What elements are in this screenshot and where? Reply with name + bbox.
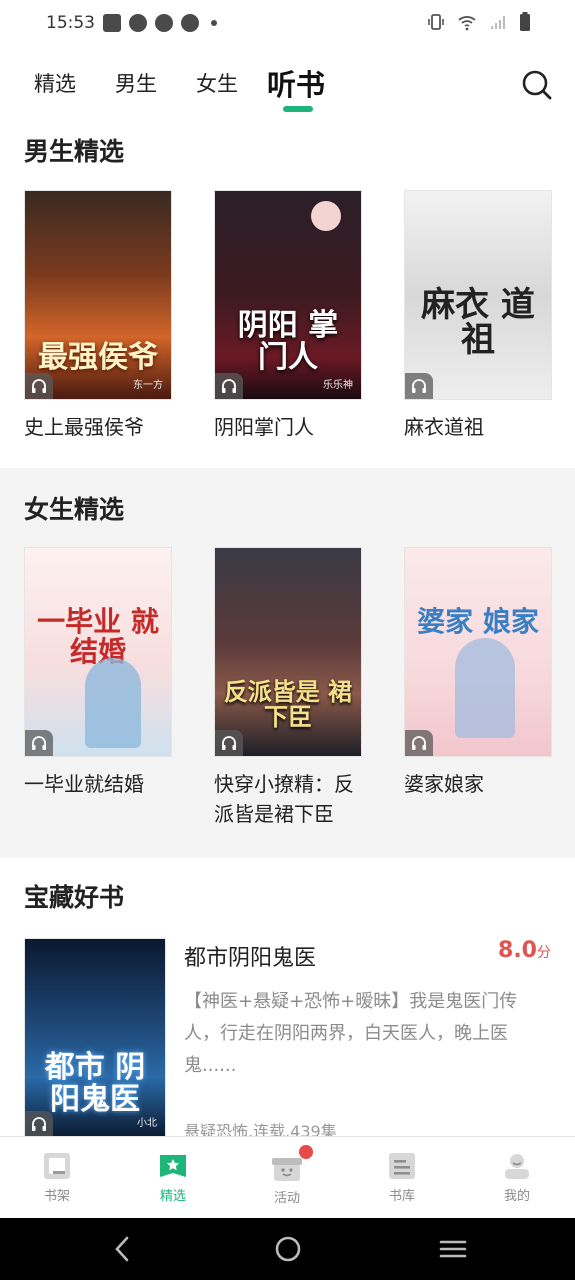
cover-title: 一毕业 就结婚 (37, 605, 159, 668)
featured-book-meta: 悬疑恐怖.连载.439集 (184, 1122, 337, 1136)
headphones-icon (215, 373, 243, 399)
status-system-icons (427, 12, 531, 32)
book-cover[interactable]: 阴阳 掌门人 乐乐神 (214, 190, 362, 400)
featured-icon (160, 1155, 186, 1177)
nav-label: 书架 (43, 1189, 70, 1204)
tab-featured[interactable]: 精选 (34, 68, 76, 98)
status-bar: 15:53 (0, 0, 575, 48)
nav-bookshelf[interactable]: 书架 (17, 1151, 97, 1204)
headphones-icon (405, 730, 433, 756)
rating-score: 8.0分 (498, 938, 551, 963)
tab-audiobooks[interactable]: 听书 (267, 62, 325, 104)
book-title[interactable]: 一毕业就结婚 (24, 769, 172, 799)
section-title: 男生精选 (24, 137, 125, 166)
section-male-picks: 男生精选 最强侯爷 东一方 史上最强侯爷 阴阳 掌门人 乐乐神 阴阳掌门人 麻衣… (0, 118, 575, 468)
book-card[interactable]: 最强侯爷 东一方 史上最强侯爷 (24, 190, 172, 442)
nav-activities[interactable]: 活动 (247, 1145, 327, 1206)
cover-author: 乐乐神 (323, 380, 353, 391)
status-notifications (103, 14, 217, 32)
score-value: 8.0 (498, 938, 537, 963)
signal-icon (491, 16, 505, 29)
cover-author: 小北 (137, 1118, 157, 1129)
nav-label: 活动 (273, 1191, 300, 1206)
nav-profile[interactable]: 我的 (477, 1151, 557, 1204)
cover-illustration (455, 638, 515, 738)
cover-title: 反派皆是 裙下臣 (223, 677, 353, 731)
book-cover[interactable]: 最强侯爷 东一方 (24, 190, 172, 400)
book-title[interactable]: 史上最强侯爷 (24, 412, 172, 442)
tab-indicator (283, 106, 313, 112)
book-title[interactable]: 阴阳掌门人 (214, 412, 362, 442)
headphones-icon (25, 730, 53, 756)
section-female-picks: 女生精选 一毕业 就结婚 一毕业就结婚 反派皆是 裙下臣 快穿小撩精：反派皆是裙… (0, 468, 575, 858)
nav-library[interactable]: 书库 (362, 1151, 442, 1204)
cover-title: 最强侯爷 (38, 339, 158, 375)
book-title[interactable]: 快穿小撩精：反派皆是裙下臣 (214, 769, 362, 829)
featured-book-description: 【神医+悬疑+恐怖+暧昧】我是鬼医门传人，行走在阴阳两界，白天医人，晚上医鬼..… (184, 991, 518, 1076)
notification-dot (299, 1145, 313, 1159)
cover-title: 婆家 娘家 (417, 604, 539, 638)
battery-icon (520, 12, 530, 31)
headphones-icon (25, 373, 53, 399)
nav-label: 我的 (503, 1189, 530, 1204)
bookshelf-icon (44, 1153, 70, 1179)
home-icon[interactable] (273, 1234, 303, 1264)
status-time: 15:53 (46, 13, 95, 33)
cover-title: 都市 阴阳鬼医 (44, 1050, 146, 1117)
recents-icon[interactable] (438, 1234, 468, 1264)
moon-decoration (311, 201, 341, 231)
cover-title: 麻衣 道祖 (421, 284, 535, 361)
book-card[interactable]: 一毕业 就结婚 一毕业就结婚 (24, 547, 172, 799)
system-navigation-bar (0, 1218, 575, 1280)
profile-icon (505, 1154, 529, 1179)
nav-featured[interactable]: 精选 (133, 1151, 213, 1204)
book-card[interactable]: 婆家 娘家 婆家娘家 (404, 547, 552, 799)
book-card[interactable]: 阴阳 掌门人 乐乐神 阴阳掌门人 (214, 190, 362, 442)
headphones-icon (215, 730, 243, 756)
book-cover[interactable]: 反派皆是 裙下臣 (214, 547, 362, 757)
nav-label: 书库 (388, 1189, 415, 1204)
cover-title: 阴阳 掌门人 (237, 308, 339, 375)
featured-book-item[interactable]: 都市 阴阳鬼医 小北 都市阴阳鬼医 8.0分 【神医+悬疑+恐怖+暧昧】我是鬼医… (24, 938, 551, 1136)
cover-illustration (85, 658, 141, 748)
headphones-icon (405, 373, 433, 399)
back-icon[interactable] (110, 1234, 134, 1264)
book-cover[interactable]: 一毕业 就结婚 (24, 547, 172, 757)
library-icon (389, 1153, 415, 1179)
nav-label: 精选 (159, 1189, 186, 1204)
wifi-icon (458, 16, 476, 31)
notification-icon (181, 14, 199, 32)
tab-female[interactable]: 女生 (196, 68, 238, 98)
book-card[interactable]: 麻衣 道祖 麻衣道祖 (404, 190, 552, 442)
section-title: 女生精选 (24, 495, 125, 524)
notification-icon (103, 14, 121, 32)
score-unit: 分 (537, 945, 551, 961)
featured-book-title[interactable]: 都市阴阳鬼医 (184, 940, 316, 972)
top-tab-bar: 精选 男生 女生 听书 (0, 56, 575, 116)
vibrate-icon (428, 14, 444, 30)
book-cover[interactable]: 麻衣 道祖 (404, 190, 552, 400)
bottom-navigation: 书架 精选 活动 书库 我的 (0, 1136, 575, 1218)
book-card[interactable]: 反派皆是 裙下臣 快穿小撩精：反派皆是裙下臣 (214, 547, 362, 829)
section-treasure-books: 宝藏好书 都市 阴阳鬼医 小北 都市阴阳鬼医 8.0分 【神医+悬疑+恐怖+暧昧… (0, 858, 575, 1136)
more-notifications-icon (211, 20, 217, 26)
cover-author: 东一方 (133, 380, 163, 391)
notification-icon (155, 14, 173, 32)
book-title[interactable]: 麻衣道祖 (404, 412, 552, 442)
book-cover[interactable]: 婆家 娘家 (404, 547, 552, 757)
tab-male[interactable]: 男生 (115, 68, 157, 98)
notification-icon (129, 14, 147, 32)
headphones-icon (25, 1111, 53, 1136)
gift-icon (272, 1158, 302, 1181)
book-cover[interactable]: 都市 阴阳鬼医 小北 (24, 938, 166, 1136)
search-icon[interactable] (520, 68, 554, 102)
book-title[interactable]: 婆家娘家 (404, 769, 552, 799)
section-title: 宝藏好书 (24, 883, 125, 912)
